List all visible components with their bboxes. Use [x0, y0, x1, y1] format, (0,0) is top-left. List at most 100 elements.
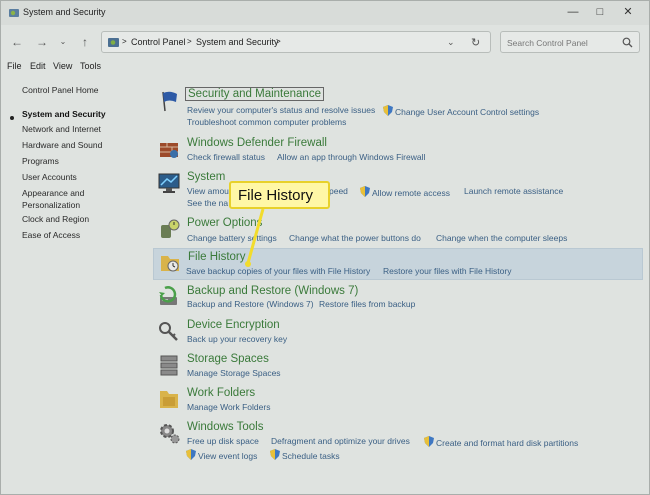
security-flag-icon [162, 91, 177, 112]
file-history-icon [161, 256, 179, 272]
title-bar: System and Security — □ ✕ [1, 1, 649, 25]
uac-shield-icon [186, 449, 196, 460]
recent-pages-chevron-icon[interactable]: ⌄ [55, 34, 71, 50]
callout-text: File History [238, 187, 314, 204]
link-defragment-drives[interactable]: Defragment and optimize your drives [271, 436, 410, 446]
link-save-backup-copies[interactable]: Save backup copies of your files with Fi… [186, 266, 370, 276]
sidebar-item-network-and-internet[interactable]: Network and Internet [22, 123, 132, 135]
key-icon [159, 322, 178, 341]
category-title[interactable]: Work Folders [187, 387, 255, 399]
category-work-folders: Work Folders Manage Work Folders [153, 385, 643, 419]
category-backup-and-restore: Backup and Restore (Windows 7) Backup an… [153, 283, 643, 317]
link-create-format-partitions[interactable]: Create and format hard disk partitions [424, 436, 578, 448]
link-computer-sleeps[interactable]: Change when the computer sleeps [436, 233, 567, 243]
link-change-battery-settings[interactable]: Change battery settings [187, 233, 277, 243]
menu-tools[interactable]: Tools [80, 61, 101, 71]
category-title[interactable]: Windows Defender Firewall [187, 137, 327, 149]
link-launch-remote-assistance[interactable]: Launch remote assistance [464, 186, 563, 196]
category-storage-spaces: Storage Spaces Manage Storage Spaces [153, 351, 643, 385]
breadcrumb-separator-icon: > [122, 37, 127, 46]
control-panel-small-icon [108, 38, 119, 47]
link-free-up-disk-space[interactable]: Free up disk space [187, 436, 259, 446]
category-system: System View amou peed Allow remote acces… [153, 169, 643, 213]
sidebar-item-ease-of-access[interactable]: Ease of Access [22, 229, 132, 241]
sidebar-item-user-accounts[interactable]: User Accounts [22, 171, 132, 183]
category-windows-tools: Windows Tools Free up disk space Defragm… [153, 419, 643, 463]
forward-arrow-icon[interactable]: → [34, 34, 50, 50]
minimize-button[interactable]: — [566, 5, 580, 19]
control-panel-window: System and Security — □ ✕ ← → ⌄ ↑ > Cont… [0, 0, 650, 495]
category-file-history: File History Save backup copies of your … [153, 248, 643, 280]
close-button[interactable]: ✕ [621, 5, 635, 19]
category-title[interactable]: Security and Maintenance [185, 87, 324, 101]
power-plug-icon [161, 219, 180, 238]
link-back-up-recovery-key[interactable]: Back up your recovery key [187, 334, 287, 344]
folder-icon [160, 391, 178, 408]
link-see-computer-name[interactable]: See the na [187, 198, 228, 208]
maximize-button[interactable]: □ [593, 5, 607, 19]
sidebar-item-programs[interactable]: Programs [22, 155, 132, 167]
category-title[interactable]: Storage Spaces [187, 353, 269, 365]
link-processor-speed[interactable]: peed [329, 186, 348, 196]
active-item-bullet [10, 116, 14, 120]
address-bar[interactable]: > Control Panel > System and Security > … [101, 31, 491, 53]
sidebar-item-hardware-and-sound[interactable]: Hardware and Sound [22, 139, 132, 151]
back-arrow-icon[interactable]: ← [9, 34, 25, 50]
category-security-and-maintenance: Security and Maintenance Review your com… [153, 87, 643, 127]
uac-shield-icon [270, 449, 280, 460]
breadcrumb-separator-icon: > [187, 37, 192, 46]
link-check-firewall-status[interactable]: Check firewall status [187, 152, 265, 162]
breadcrumb-separator-icon: > [276, 37, 281, 46]
menu-edit[interactable]: Edit [30, 61, 46, 71]
sidebar-item-clock-and-region[interactable]: Clock and Region [22, 213, 132, 225]
link-schedule-tasks[interactable]: Schedule tasks [270, 449, 340, 461]
link-allow-app-firewall[interactable]: Allow an app through Windows Firewall [277, 152, 425, 162]
search-input[interactable]: Search Control Panel [500, 31, 640, 53]
link-manage-storage-spaces[interactable]: Manage Storage Spaces [187, 368, 281, 378]
uac-shield-icon [424, 436, 434, 447]
storage-icon [160, 355, 178, 376]
link-review-status[interactable]: Review your computer's status and resolv… [187, 105, 375, 115]
category-device-encryption: Device Encryption Back up your recovery … [153, 317, 643, 351]
uac-shield-icon [383, 105, 393, 116]
link-troubleshoot[interactable]: Troubleshoot common computer problems [187, 117, 346, 127]
address-row: ← → ⌄ ↑ > Control Panel > System and Sec… [1, 28, 649, 56]
sidebar-item-appearance-and-personalization[interactable]: Appearance and Personalization [22, 187, 97, 211]
link-manage-work-folders[interactable]: Manage Work Folders [187, 402, 270, 412]
link-power-buttons[interactable]: Change what the power buttons do [289, 233, 421, 243]
category-power-options: Power Options Change battery settings Ch… [153, 215, 643, 249]
link-view-amount-of-ram[interactable]: View amou [187, 186, 229, 196]
link-allow-remote-access[interactable]: Allow remote access [360, 186, 450, 198]
link-restore-files[interactable]: Restore your files with File History [383, 266, 511, 276]
window-title: System and Security [23, 7, 106, 17]
sidebar-item-system-and-security[interactable]: System and Security [22, 108, 132, 120]
category-title[interactable]: File History [188, 251, 246, 263]
uac-shield-icon [360, 186, 370, 197]
callout-label: File History [229, 181, 330, 209]
menu-file[interactable]: File [7, 61, 22, 71]
up-arrow-icon[interactable]: ↑ [77, 34, 93, 50]
link-view-event-logs[interactable]: View event logs [186, 449, 257, 461]
firewall-icon [160, 143, 178, 158]
address-dropdown-chevron-icon[interactable]: ⌄ [447, 37, 455, 48]
link-backup-and-restore[interactable]: Backup and Restore (Windows 7) [187, 299, 314, 309]
sidebar-item-control-panel-home[interactable]: Control Panel Home [22, 84, 132, 96]
search-placeholder: Search Control Panel [507, 38, 588, 48]
search-icon[interactable] [622, 37, 633, 48]
link-change-uac[interactable]: Change User Account Control settings [383, 105, 539, 117]
breadcrumb-system-and-security[interactable]: System and Security [196, 37, 279, 47]
monitor-icon [158, 173, 180, 193]
control-panel-app-icon [9, 9, 19, 17]
breadcrumb-control-panel[interactable]: Control Panel [131, 37, 186, 47]
backup-icon [159, 286, 177, 305]
link-restore-files-from-backup[interactable]: Restore files from backup [319, 299, 415, 309]
category-title[interactable]: Backup and Restore (Windows 7) [187, 285, 358, 297]
category-title[interactable]: System [187, 171, 225, 183]
category-title[interactable]: Power Options [187, 217, 262, 229]
refresh-icon[interactable]: ↻ [471, 36, 480, 49]
menu-view[interactable]: View [53, 61, 72, 71]
category-windows-defender-firewall: Windows Defender Firewall Check firewall… [153, 135, 643, 169]
category-title[interactable]: Windows Tools [187, 421, 264, 433]
category-title[interactable]: Device Encryption [187, 319, 280, 331]
menu-bar: File Edit View Tools [1, 59, 649, 75]
